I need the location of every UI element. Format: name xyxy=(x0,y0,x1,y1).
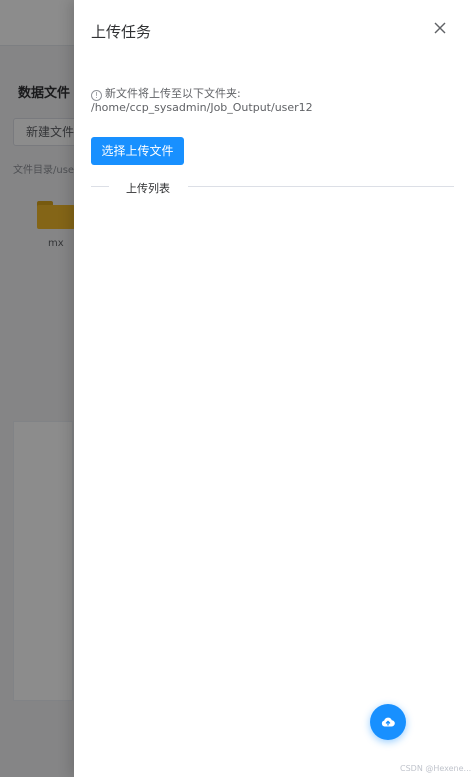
select-upload-file-button[interactable]: 选择上传文件 xyxy=(91,137,184,165)
watermark: CSDN @Hexene... xyxy=(400,764,472,773)
target-path: /home/ccp_sysadmin/Job_Output/user12 xyxy=(91,101,313,114)
upload-task-drawer: 上传任务 ! 新文件将上传至以下文件夹: /home/ccp_sysadmin/J… xyxy=(74,0,474,777)
upload-list-label: 上传列表 xyxy=(126,182,170,195)
info-text: 新文件将上传至以下文件夹: xyxy=(105,87,241,100)
close-icon[interactable] xyxy=(432,20,448,36)
divider-line-right xyxy=(188,186,454,187)
drawer-title: 上传任务 xyxy=(91,23,152,41)
divider-line-left xyxy=(91,186,109,187)
cloud-upload-icon xyxy=(381,717,395,727)
upload-info: ! 新文件将上传至以下文件夹: xyxy=(91,85,241,101)
upload-fab-button[interactable] xyxy=(370,704,406,740)
info-icon: ! xyxy=(91,90,102,101)
